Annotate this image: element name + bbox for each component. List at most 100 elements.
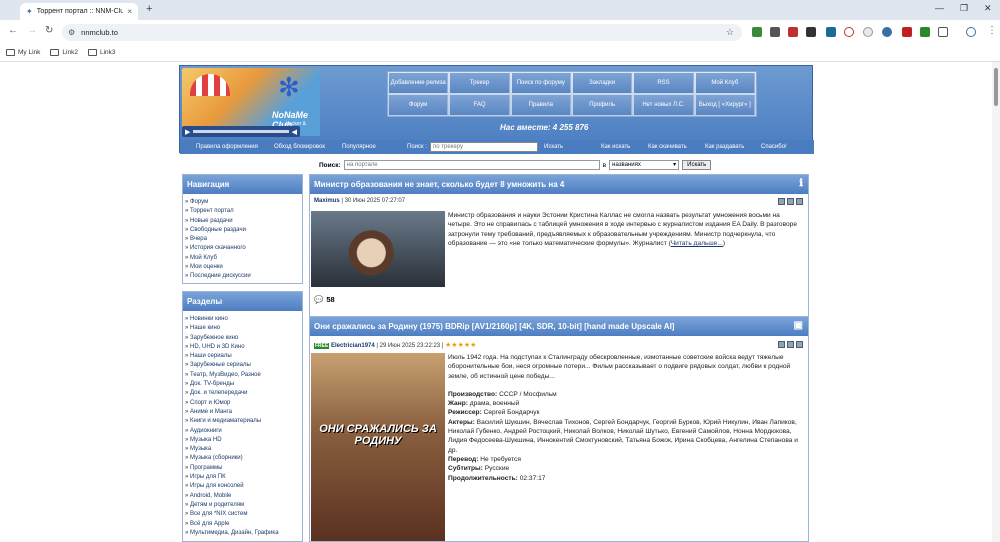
extension-icon[interactable] — [752, 27, 762, 37]
tracker-search-input[interactable]: по трекеру — [430, 142, 538, 152]
nav-link[interactable]: Последние дискуссии — [185, 272, 300, 281]
post-image[interactable] — [311, 211, 445, 287]
tag-icon[interactable] — [778, 198, 785, 205]
section-link[interactable]: Театр, МузВидео, Разное — [185, 371, 300, 380]
forward-icon[interactable]: → — [27, 25, 37, 36]
portal-search-button[interactable]: Искать — [682, 160, 712, 170]
section-link[interactable]: Док. TV-бренды — [185, 380, 300, 389]
bookmark-icon[interactable] — [796, 198, 803, 205]
section-link[interactable]: Зарубежное кино — [185, 334, 300, 343]
nav-link[interactable]: Мой Клуб — [185, 254, 300, 263]
menu-item[interactable]: Выход [ «Хирург» ] — [695, 95, 755, 115]
section-link[interactable]: Музыка — [185, 445, 300, 454]
site-info-icon[interactable]: ⚙ — [68, 28, 75, 37]
bookmark-my-link[interactable]: My Link — [6, 49, 40, 56]
post-author[interactable]: Electrician1974 — [331, 343, 375, 349]
back-icon[interactable]: ← — [8, 25, 18, 36]
menu-item[interactable]: Мой Клуб — [695, 73, 755, 93]
movie-poster[interactable]: ОНИ СРАЖАЛИСЬ ЗА РОДИНУ — [311, 353, 445, 541]
link-how-download[interactable]: Как скачивать — [648, 144, 687, 150]
menu-item[interactable]: FAQ — [450, 95, 510, 115]
share-icon[interactable] — [787, 198, 794, 205]
section-link[interactable]: Аудиокниги — [185, 427, 300, 436]
menu-item[interactable]: Нет новых Л.С. — [634, 95, 694, 115]
menu-item[interactable]: Трекер — [450, 73, 510, 93]
extension-icon[interactable] — [902, 27, 912, 37]
expand-icon[interactable]: ▣ — [794, 320, 803, 331]
nav-link[interactable]: Вчера — [185, 235, 300, 244]
profile-icon[interactable] — [966, 27, 976, 37]
extension-icon[interactable] — [863, 27, 873, 37]
link-bypass[interactable]: Обход блокировок — [274, 144, 325, 150]
close-window-icon[interactable]: ✕ — [984, 3, 992, 14]
menu-item[interactable]: Добавление релиза — [389, 73, 449, 93]
reload-icon[interactable]: ↻ — [45, 25, 53, 36]
section-link[interactable]: Док. и телепередачи — [185, 389, 300, 398]
extension-icon[interactable] — [826, 27, 836, 37]
extension-icon[interactable] — [806, 27, 816, 37]
section-link[interactable]: Игры для ПК — [185, 473, 300, 482]
nav-link[interactable]: Новые раздачи — [185, 217, 300, 226]
extension-icon[interactable] — [770, 27, 780, 37]
section-link[interactable]: Детям и родителям — [185, 501, 300, 510]
comments-count[interactable]: 💬 58 — [314, 295, 335, 304]
section-link[interactable]: Программы — [185, 464, 300, 473]
player-progress[interactable] — [193, 130, 289, 133]
volume-icon[interactable]: ◀ — [292, 128, 297, 136]
nav-link[interactable]: Торрент портал — [185, 207, 300, 216]
address-bar[interactable]: ⚙ nnmclub.to ☆ — [62, 24, 742, 41]
post-title[interactable]: Министр образования не знает, сколько бу… — [310, 175, 808, 194]
extension-icon[interactable] — [788, 27, 798, 37]
section-link[interactable]: Всё для Apple — [185, 520, 300, 529]
extension-icon[interactable] — [920, 27, 930, 37]
section-link[interactable]: Наше кино — [185, 324, 300, 333]
read-more-link[interactable]: Читать дальше... — [671, 240, 723, 247]
section-link[interactable]: Книги и медиаматериалы — [185, 417, 300, 426]
section-link[interactable]: Аниме и Манга — [185, 408, 300, 417]
link-rules[interactable]: Правила оформления — [196, 144, 258, 150]
menu-kebab-icon[interactable]: ⋮ — [987, 25, 997, 36]
menu-item[interactable]: Правила — [511, 95, 571, 115]
minimize-icon[interactable]: — — [935, 3, 944, 13]
section-link[interactable]: Android, Mobile — [185, 492, 300, 501]
tracker-search-button[interactable]: Искать — [544, 144, 563, 150]
menu-item[interactable]: RSS — [634, 73, 694, 93]
scrollbar-thumb[interactable] — [994, 68, 998, 106]
bookmark-link2[interactable]: Link2 — [50, 49, 78, 56]
link-thanks[interactable]: Спасибо! — [761, 144, 787, 150]
link-how-search[interactable]: Как искать — [601, 144, 630, 150]
link-popular[interactable]: Популярное — [342, 144, 376, 150]
section-link[interactable]: Мультимедиа, Дизайн, Графика — [185, 529, 300, 538]
section-link[interactable]: Спорт и Юмор — [185, 399, 300, 408]
bookmark-link3[interactable]: Link3 — [87, 49, 116, 56]
section-link[interactable]: Игры для консолей — [185, 482, 300, 491]
section-link[interactable]: HD, UHD и 3D Кино — [185, 343, 300, 352]
link-how-seed[interactable]: Как раздавать — [705, 144, 744, 150]
portal-search-input[interactable]: на портале — [343, 160, 600, 170]
menu-item[interactable]: Закладки — [572, 73, 633, 93]
section-link[interactable]: Все для *NIX систем — [185, 510, 300, 519]
section-link[interactable]: Музыка (сборники) — [185, 454, 300, 463]
radio-player[interactable]: ▶ ◀ — [182, 126, 300, 137]
share-icon[interactable] — [787, 341, 794, 348]
section-link[interactable]: Наши сериалы — [185, 352, 300, 361]
menu-item[interactable]: Форум — [389, 95, 449, 115]
post-title[interactable]: Они сражались за Родину (1975) BDRip [AV… — [310, 317, 808, 336]
bookmark-icon[interactable] — [796, 341, 803, 348]
page-scrollbar[interactable] — [992, 62, 1000, 542]
nav-link[interactable]: Мои оценки — [185, 263, 300, 272]
extension-icon[interactable] — [882, 27, 892, 37]
section-link[interactable]: Новинки кино — [185, 315, 300, 324]
menu-item[interactable]: Профиль — [572, 95, 633, 115]
post-author[interactable]: Maximus — [314, 198, 340, 204]
maximize-icon[interactable]: ❐ — [960, 3, 968, 14]
nav-link[interactable]: История скачанного — [185, 244, 300, 253]
section-link[interactable]: Зарубежные сериалы — [185, 361, 300, 370]
info-icon[interactable]: ℹ — [799, 178, 803, 189]
bookmark-star-icon[interactable]: ☆ — [726, 27, 734, 38]
tag-icon[interactable] — [778, 341, 785, 348]
nav-link[interactable]: Форум — [185, 198, 300, 207]
search-scope-select[interactable]: названиях ▾ — [609, 160, 680, 170]
menu-item[interactable]: Поиск по форуму — [511, 73, 571, 93]
play-icon[interactable]: ▶ — [185, 128, 190, 136]
